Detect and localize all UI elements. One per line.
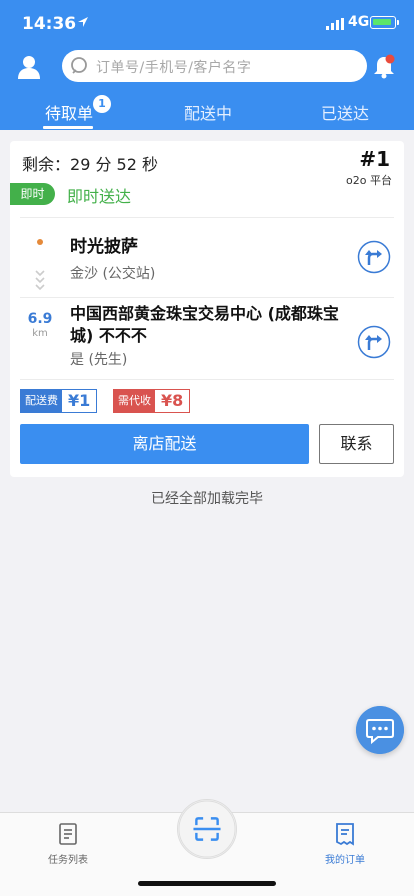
home-indicator [138,881,276,886]
collect-payment-badge: 需代收 ¥8 [113,389,191,413]
order-number: #1 [359,147,390,171]
header: 14:36 4G 订单号/手机号/客户名字 待取单 1 配送中 已送达 [0,0,414,130]
tab-pending-pickup[interactable]: 待取单 [9,100,129,124]
navigate-customer-icon[interactable] [357,325,391,359]
shop-address: 金沙 (公交站) [70,266,156,282]
notification-bell-icon[interactable] [372,54,396,80]
remaining-label: 剩余： [22,155,71,174]
my-orders-icon [336,823,354,846]
divider [20,297,394,298]
order-tabs: 待取单 1 配送中 已送达 [0,92,414,130]
collect-payment-value: ¥8 [155,390,190,412]
list-end-text: 已经全部加载完毕 [151,491,263,507]
order-card[interactable]: 剩余：29 分 52 秒 #1 o2o 平台 即时 即时送达 时光披萨 金沙 (… [10,141,404,477]
tab-badge: 1 [93,95,111,113]
status-bar: 14:36 4G [0,0,414,46]
instant-tag: 即时 [10,183,55,205]
remaining-time: 剩余：29 分 52 秒 [22,151,158,175]
chevron-down-icon [35,270,45,291]
collect-payment-label: 需代收 [114,390,155,412]
nav-task-list-label: 任务列表 [48,855,88,866]
signal-icon [326,18,344,30]
shop-name: 时光披萨 [70,237,138,257]
nav-my-orders-label: 我的订单 [325,855,365,866]
user-icon[interactable] [16,54,42,80]
task-list-icon [59,823,77,845]
search-input[interactable]: 订单号/手机号/客户名字 [62,50,367,82]
battery-cap [397,20,399,25]
delivery-type: 即时送达 [67,187,132,206]
customer-name: 是 (先生) [70,352,128,368]
divider [20,379,394,380]
tab-delivering[interactable]: 配送中 [148,100,268,124]
platform-label: o2o 平台 [346,174,392,187]
delivery-fee-badge: 配送费 ¥1 [20,389,98,413]
contact-button[interactable]: 联系 [319,424,394,464]
remaining-value: 29 分 52 秒 [70,155,158,174]
status-time: 14:36 [22,14,77,34]
distance-unit: km [32,328,48,339]
battery-icon [370,16,396,29]
tab-label: 配送中 [183,104,232,123]
network-label: 4G [348,14,370,30]
tab-label: 已送达 [320,104,369,123]
destination-name: 中国西部黄金珠宝交易中心 (成都珠宝城) 不不不 [70,304,339,345]
search-placeholder: 订单号/手机号/客户名字 [96,60,252,76]
tab-label: 待取单 [44,104,93,123]
distance-value: 6.9 [27,311,53,327]
delivery-fee-label: 配送费 [21,390,62,412]
chat-icon[interactable] [356,706,404,754]
scan-icon[interactable] [177,799,237,859]
tab-delivered[interactable]: 已送达 [285,100,405,124]
navigate-shop-icon[interactable] [357,240,391,274]
pickup-dot-icon [37,239,43,245]
tab-active-indicator [43,126,93,129]
location-arrow-icon [78,17,88,27]
leave-store-deliver-button[interactable]: 离店配送 [20,424,309,464]
nav-task-list[interactable]: 任务列表 [28,821,108,866]
divider [20,217,394,218]
delivery-fee-value: ¥1 [62,390,97,412]
nav-my-orders[interactable]: 我的订单 [305,821,385,866]
search-icon [71,57,87,74]
